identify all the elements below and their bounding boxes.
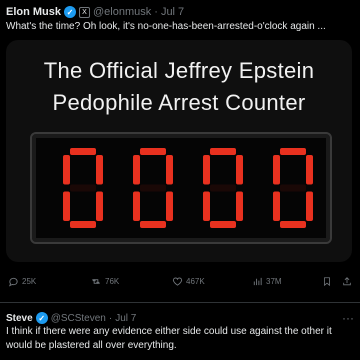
media-title-line2: Pedophile Arrest Counter: [52, 90, 306, 115]
author-handle[interactable]: @elonmusk: [93, 6, 151, 18]
digit-segment: [273, 155, 280, 185]
digit-segment: [140, 184, 166, 192]
reply-count: 25K: [22, 277, 37, 286]
digit-segment: [70, 148, 96, 155]
digit-segment: [166, 191, 173, 221]
heart-icon: [172, 277, 183, 286]
seven-segment-counter: [63, 148, 313, 228]
reply-text: I think if there were any evidence eithe…: [6, 326, 332, 351]
action-bar: 25K 76K 467K 37M: [0, 276, 360, 292]
reply-verified-badge-icon: ✓: [35, 312, 48, 324]
media-title-line1: The Official Jeffrey Epstein: [43, 58, 315, 83]
counter-digit: [273, 148, 313, 228]
bookmark-icon: [324, 277, 330, 287]
digit-segment: [210, 221, 236, 228]
digit-segment: [203, 191, 210, 221]
digit-segment: [140, 221, 166, 228]
digit-segment: [133, 155, 140, 185]
digit-segment: [280, 148, 306, 155]
digit-segment: [203, 155, 210, 185]
author-name[interactable]: Elon Musk: [6, 6, 61, 18]
reply-header: Steve ✓ @SCSteven · Jul 7 ···: [6, 311, 354, 325]
digit-segment: [210, 184, 236, 192]
reply-button[interactable]: 25K: [8, 276, 36, 287]
post-divider: [0, 302, 360, 303]
digit-segment: [280, 184, 306, 192]
digit-segment: [306, 191, 313, 221]
digit-segment: [166, 155, 173, 185]
views-button[interactable]: 37M: [252, 276, 282, 287]
reply-date[interactable]: Jul 7: [115, 313, 136, 324]
digit-segment: [96, 191, 103, 221]
affiliation-badge-icon[interactable]: X: [79, 6, 91, 18]
like-count: 467K: [186, 277, 205, 286]
digit-segment: [236, 155, 243, 185]
post-date[interactable]: Jul 7: [161, 6, 184, 18]
digit-segment: [63, 155, 70, 185]
views-count: 37M: [266, 277, 282, 286]
repost-icon: [92, 279, 100, 284]
verified-badge-icon: ✓: [64, 6, 77, 18]
reply-more-options-icon[interactable]: ···: [342, 311, 354, 325]
digit-segment: [280, 221, 306, 228]
share-icon: [343, 277, 351, 286]
digit-segment: [133, 191, 140, 221]
post-header: Elon Musk ✓ X @elonmusk · Jul 7: [6, 4, 354, 20]
share-button[interactable]: [342, 276, 355, 287]
post-text: What's the time? Oh look, it's no-one-ha…: [6, 21, 326, 32]
reply-icon: [8, 277, 18, 287]
like-button[interactable]: 467K: [172, 276, 205, 287]
reply-date-separator: ·: [108, 312, 113, 324]
date-separator: ·: [154, 6, 158, 18]
reply-author-name[interactable]: Steve: [6, 313, 33, 324]
digit-segment: [70, 184, 96, 192]
digit-segment: [306, 155, 313, 185]
reply-author-handle[interactable]: @SCSteven: [51, 313, 106, 324]
digit-segment: [273, 191, 280, 221]
digit-segment: [210, 148, 236, 155]
digit-segment: [236, 191, 243, 221]
bookmark-button[interactable]: [322, 276, 335, 287]
counter-display: [30, 132, 332, 244]
views-chart-icon: [253, 277, 262, 286]
repost-count: 76K: [105, 277, 120, 286]
repost-button[interactable]: 76K: [90, 276, 119, 287]
counter-digit: [133, 148, 173, 228]
counter-digit: [203, 148, 243, 228]
post-media-image[interactable]: The Official Jeffrey Epstein Pedophile A…: [6, 40, 352, 262]
digit-segment: [70, 221, 96, 228]
counter-digit: [63, 148, 103, 228]
digit-segment: [63, 191, 70, 221]
digit-segment: [96, 155, 103, 185]
digit-segment: [140, 148, 166, 155]
